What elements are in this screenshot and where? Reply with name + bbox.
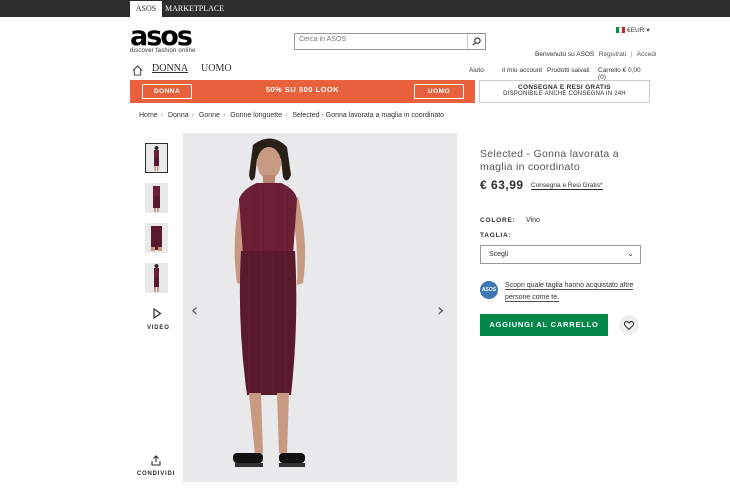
fit-assistant-link[interactable]: Scopri quale taglia hanno acquistato alt… — [505, 280, 645, 304]
size-select-value: Scegli — [489, 251, 509, 258]
search-placeholder: Cerca in ASOS — [299, 36, 347, 43]
thumbnail-2[interactable] — [145, 183, 168, 213]
breadcrumb-current: Selected - Gonna lavorata a maglia in co… — [292, 112, 445, 119]
share-label: CONDIVIDI — [136, 471, 176, 477]
breadcrumb-item[interactable]: Home — [139, 112, 158, 119]
model-illustration — [233, 138, 306, 467]
welcome-text: Benvenuto su ASOS — [535, 51, 595, 58]
thumbnail-1[interactable] — [145, 143, 168, 173]
search-icon — [472, 37, 481, 46]
logo-tagline: discover fashion online — [130, 48, 196, 54]
video-label: VIDEO — [147, 325, 170, 331]
share-icon — [151, 455, 161, 466]
shipping-banner[interactable]: CONSEGNA E RESI GRATIS DISPONIBILE ANCHE… — [479, 80, 650, 103]
cart-link[interactable]: Carrello € 0,00 (0) — [598, 67, 650, 81]
save-for-later-button[interactable] — [619, 315, 639, 335]
account-links: Benvenuto su ASOS Registrati | Accedi — [535, 43, 656, 61]
my-account-link[interactable]: Il mio account — [502, 67, 542, 74]
register-link[interactable]: Registrati — [599, 51, 626, 58]
breadcrumb: Home › Donna › Gonne › Gonne longuette › Sel… — [139, 112, 445, 119]
thumbnail-3[interactable] — [145, 223, 168, 253]
gallery-prev-button[interactable]: ‹ — [191, 300, 198, 321]
breadcrumb-item[interactable]: Gonne longuette — [230, 112, 282, 119]
product-main-image[interactable] — [183, 133, 457, 482]
italy-flag-icon — [616, 27, 625, 33]
free-delivery-link[interactable]: Consegna e Resi Gratis* — [531, 182, 603, 190]
breadcrumb-item[interactable]: Gonne — [199, 112, 220, 119]
product-title: Selected - Gonna lavorata a maglia in co… — [480, 148, 619, 173]
thumbnail-4[interactable] — [145, 263, 168, 293]
login-link[interactable]: Accedi — [637, 51, 657, 58]
nav-women[interactable]: DONNA — [152, 63, 188, 74]
fit-assistant-icon[interactable]: ASOS — [480, 281, 498, 299]
fit-assistant-text: Scopri quale taglia hanno acquistato alt… — [505, 282, 634, 302]
add-to-cart-button[interactable]: AGGIUNGI AL CARRELLO — [480, 314, 608, 336]
home-icon[interactable] — [132, 63, 143, 81]
shipping-title: CONSEGNA E RESI GRATIS — [518, 84, 611, 91]
colour-value: Vino — [526, 217, 540, 224]
asos-logo[interactable]: asos discover fashion online — [130, 21, 200, 56]
search-button[interactable] — [467, 34, 485, 49]
tab-marketplace[interactable]: MARKETPLACE — [165, 1, 224, 17]
currency-selector[interactable]: €EUR ▾ — [616, 26, 650, 34]
promo-men-button[interactable]: UOMO — [414, 84, 464, 99]
search-input[interactable]: Cerca in ASOS — [294, 33, 486, 50]
size-label: TAGLIA: — [480, 232, 512, 239]
share-button[interactable]: CONDIVIDI — [135, 453, 177, 477]
main-nav: DONNA UOMO Aiuto Il mio account Prodotti… — [130, 62, 650, 81]
product-price: € 63,99 — [480, 178, 524, 192]
shipping-subtitle: DISPONIBILE ANCHE CONSEGNA IN 24H — [503, 91, 626, 97]
play-icon — [153, 307, 162, 320]
heart-icon — [624, 320, 634, 330]
help-link[interactable]: Aiuto — [469, 67, 484, 74]
chevron-down-icon: ▾ — [646, 27, 650, 34]
logo-wordmark: asos — [130, 21, 193, 52]
nav-men[interactable]: UOMO — [201, 63, 232, 74]
currency-label: €EUR — [627, 26, 645, 34]
links-separator: | — [630, 51, 633, 58]
gallery-next-button[interactable]: › — [437, 300, 444, 321]
breadcrumb-item[interactable]: Donna — [168, 112, 189, 119]
video-button[interactable]: VIDEO — [147, 306, 170, 331]
colour-label: COLORE: — [480, 217, 516, 224]
size-select[interactable]: Scegli ⌄ — [480, 245, 641, 264]
chevron-down-icon: ⌄ — [627, 249, 634, 258]
tab-asos[interactable]: ASOS — [130, 1, 162, 17]
colour-row: COLORE: Vino — [480, 209, 540, 227]
top-bar: ASOS MARKETPLACE — [0, 0, 730, 17]
saved-items-link[interactable]: Prodotti salvati — [547, 67, 590, 74]
promo-banner: DONNA 50% SU 500 LOOK UOMO — [130, 80, 475, 103]
